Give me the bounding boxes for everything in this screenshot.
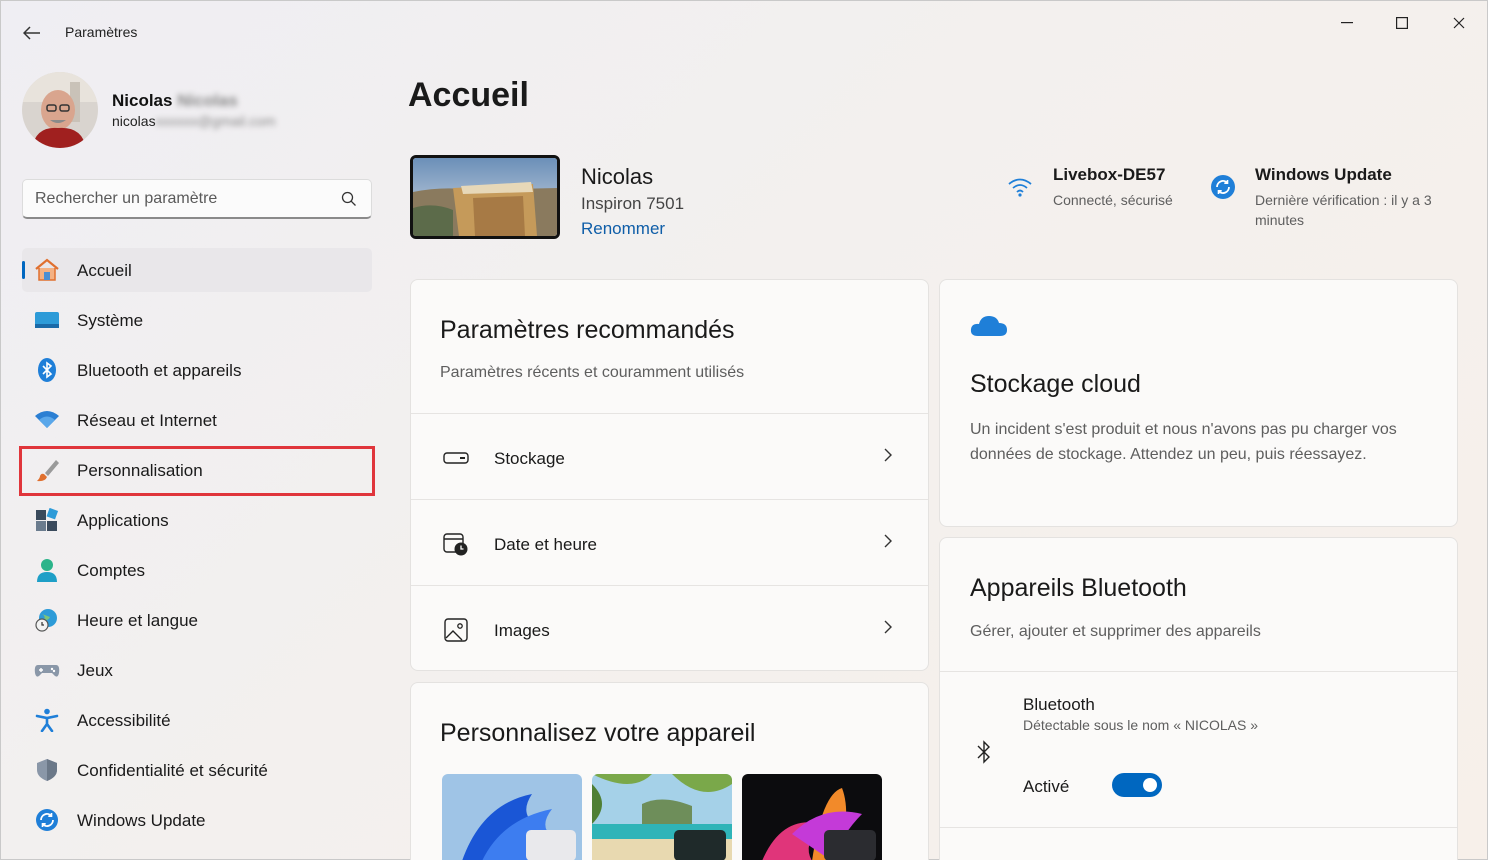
bluetooth-state-label: Activé — [1023, 777, 1070, 796]
shield-icon — [34, 758, 60, 782]
sidebar-item-applications[interactable]: Applications — [22, 498, 372, 542]
sidebar-item-accueil[interactable]: Accueil — [22, 248, 372, 292]
close-icon — [1453, 17, 1465, 29]
sidebar-item-label: Applications — [77, 511, 169, 530]
sidebar-item-accessibilite[interactable]: Accessibilité — [22, 698, 372, 742]
chevron-right-icon — [884, 534, 892, 553]
cloud-icon — [970, 314, 1008, 343]
network-name[interactable]: Livebox-DE57 — [1053, 165, 1165, 185]
bluetooth-icon — [976, 740, 992, 769]
accessibility-icon — [34, 708, 60, 732]
update-status: Dernière vérification : il y a 3 minutes — [1255, 192, 1432, 228]
minimize-icon — [1341, 22, 1353, 24]
sidebar-item-label: Comptes — [77, 561, 146, 580]
account-icon — [34, 558, 60, 582]
bluetooth-row: Bluetooth Détectable sous le nom « NICOL… — [940, 671, 1457, 828]
app-title: Paramètres — [65, 24, 138, 40]
gamepad-icon — [34, 658, 60, 682]
time-language-icon — [34, 608, 60, 632]
update-status-icon[interactable] — [1210, 174, 1236, 205]
cloud-storage-card: Stockage cloud Un incident s'est produit… — [939, 279, 1458, 527]
system-icon — [34, 308, 60, 332]
user-email: nicolasxxxxxx@gmail.com — [112, 113, 276, 129]
back-arrow-icon — [23, 26, 40, 40]
wifi-icon — [34, 408, 60, 432]
sidebar-item-label: Windows Update — [77, 811, 206, 830]
theme-thumbnail-beach[interactable] — [592, 774, 732, 860]
sidebar-item-label: Jeux — [77, 661, 113, 680]
back-button[interactable] — [19, 21, 45, 45]
storage-icon — [443, 446, 469, 470]
image-icon — [443, 618, 469, 642]
sidebar-item-heure-langue[interactable]: Heure et langue — [22, 598, 372, 642]
card-title: Appareils Bluetooth — [970, 574, 1187, 602]
card-title: Stockage cloud — [970, 370, 1141, 398]
sidebar-item-label: Réseau et Internet — [77, 411, 217, 430]
apps-icon — [34, 508, 60, 532]
network-status: Connecté, sécurisé — [1053, 192, 1173, 208]
maximize-icon — [1396, 17, 1408, 29]
theme-thumbnail-bloom-light[interactable] — [442, 774, 582, 860]
update-title[interactable]: Windows Update — [1255, 165, 1392, 185]
sidebar-item-windows-update[interactable]: Windows Update — [22, 798, 372, 842]
bluetooth-discoverable-text: Détectable sous le nom « NICOLAS » — [1023, 717, 1259, 733]
bluetooth-label: Bluetooth — [1023, 695, 1095, 714]
row-label: Stockage — [494, 449, 565, 468]
sidebar: Nicolas Nicolas nicolasxxxxxx@gmail.com … — [1, 61, 391, 860]
row-label: Date et heure — [494, 535, 598, 554]
sidebar-item-comptes[interactable]: Comptes — [22, 548, 372, 592]
sidebar-item-label: Heure et langue — [77, 611, 198, 630]
bluetooth-devices-card: Appareils Bluetooth Gérer, ajouter et su… — [939, 537, 1458, 860]
redacted-surname: Nicolas — [177, 91, 238, 110]
card-title: Paramètres recommandés — [440, 316, 735, 344]
calendar-clock-icon — [443, 532, 469, 556]
device-name: Nicolas — [581, 164, 654, 189]
sidebar-item-jeux[interactable]: Jeux — [22, 648, 372, 692]
user-name: Nicolas Nicolas — [112, 91, 238, 110]
toggle-knob — [1143, 778, 1157, 792]
sidebar-item-bluetooth[interactable]: Bluetooth et appareils — [22, 348, 372, 392]
chevron-right-icon — [884, 620, 892, 639]
update-icon — [34, 808, 60, 832]
settings-window: Paramètres Nicolas Nicolas nicolasxxxxxx… — [0, 0, 1488, 860]
search-icon[interactable] — [341, 191, 357, 212]
card-subtitle: Gérer, ajouter et supprimer des appareil… — [970, 623, 1261, 640]
row-label: Images — [494, 621, 550, 640]
sidebar-item-confidentialite[interactable]: Confidentialité et sécurité — [22, 748, 372, 792]
card-title: Personnalisez votre appareil — [440, 719, 756, 747]
sidebar-item-label: Accueil — [77, 261, 132, 280]
sidebar-item-reseau[interactable]: Réseau et Internet — [22, 398, 372, 442]
card-subtitle: Paramètres récents et couramment utilisé… — [440, 364, 745, 381]
maximize-button[interactable] — [1379, 9, 1425, 37]
bluetooth-icon — [34, 358, 60, 382]
recommended-row-date-heure[interactable]: Date et heure — [411, 499, 928, 585]
redacted-email: xxxxxx@gmail.com — [155, 113, 276, 129]
chevron-right-icon — [884, 448, 892, 467]
search-input[interactable] — [35, 188, 325, 210]
page-title: Accueil — [408, 76, 529, 114]
device-model: Inspiron 7501 — [581, 194, 685, 213]
sidebar-item-label: Confidentialité et sécurité — [77, 761, 268, 780]
recommended-settings-card: Paramètres recommandés Paramètres récent… — [410, 279, 929, 671]
title-bar: Paramètres — [1, 1, 1487, 61]
home-icon — [34, 258, 60, 282]
rename-link[interactable]: Renommer — [581, 219, 665, 239]
close-button[interactable] — [1436, 9, 1482, 37]
highlight-box — [19, 446, 375, 496]
avatar[interactable] — [22, 72, 98, 148]
cloud-error-message: Un incident s'est produit et nous n'avon… — [970, 421, 1397, 463]
device-wallpaper-thumbnail[interactable] — [410, 155, 560, 239]
sidebar-item-label: Système — [77, 311, 144, 330]
search-box[interactable] — [22, 179, 372, 219]
recommended-row-stockage[interactable]: Stockage — [411, 413, 928, 499]
sidebar-item-label: Bluetooth et appareils — [77, 361, 242, 380]
active-indicator — [22, 261, 25, 279]
bluetooth-toggle[interactable] — [1112, 773, 1162, 797]
minimize-button[interactable] — [1324, 9, 1370, 37]
sidebar-item-label: Accessibilité — [77, 711, 171, 730]
wifi-status-icon[interactable] — [1007, 176, 1033, 203]
sidebar-item-systeme[interactable]: Système — [22, 298, 372, 342]
theme-thumbnail-glow-dark[interactable] — [742, 774, 882, 860]
recommended-row-images[interactable]: Images — [411, 585, 928, 670]
